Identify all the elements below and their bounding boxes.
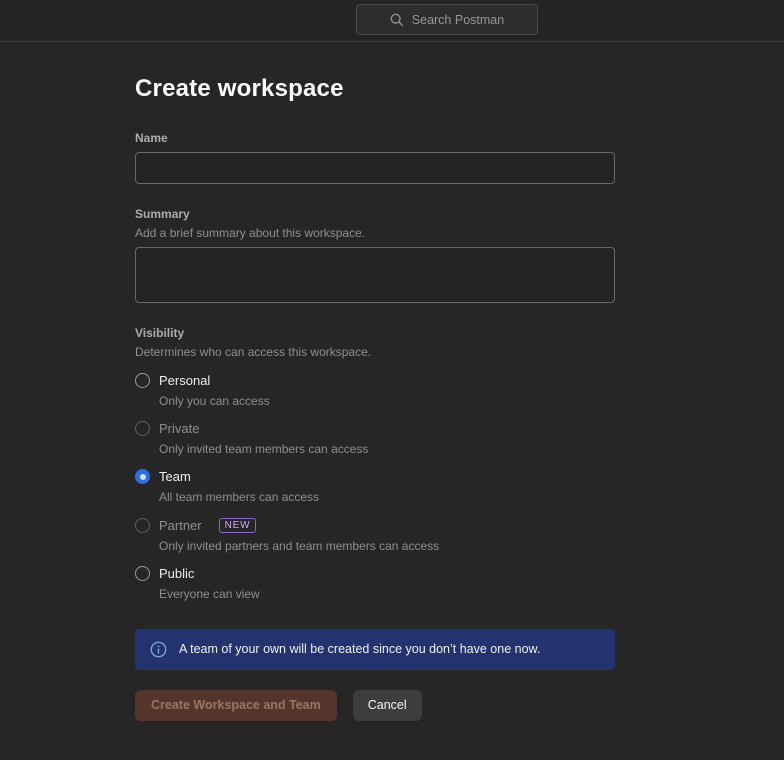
search-icon bbox=[390, 13, 404, 27]
radio-partner[interactable] bbox=[135, 518, 150, 533]
cancel-button[interactable]: Cancel bbox=[353, 690, 422, 721]
option-label-public: Public bbox=[159, 566, 194, 581]
visibility-label: Visibility bbox=[135, 326, 615, 340]
option-desc-team: All team members can access bbox=[159, 489, 615, 505]
visibility-options: Personal Only you can access Private Onl… bbox=[135, 373, 615, 602]
name-section: Name bbox=[135, 131, 615, 184]
global-search[interactable]: Search Postman bbox=[356, 4, 538, 35]
radio-public[interactable] bbox=[135, 566, 150, 581]
new-badge: NEW bbox=[219, 518, 257, 533]
visibility-option-public[interactable]: Public Everyone can view bbox=[135, 566, 615, 602]
page-title: Create workspace bbox=[135, 75, 615, 103]
summary-input[interactable] bbox=[135, 247, 615, 303]
visibility-option-team[interactable]: Team All team members can access bbox=[135, 469, 615, 505]
option-desc-public: Everyone can view bbox=[159, 586, 615, 602]
option-desc-partner: Only invited partners and team members c… bbox=[159, 538, 615, 554]
option-label-team: Team bbox=[159, 469, 191, 484]
option-desc-private: Only invited team members can access bbox=[159, 441, 615, 457]
radio-personal[interactable] bbox=[135, 373, 150, 388]
summary-label: Summary bbox=[135, 207, 615, 221]
name-label: Name bbox=[135, 131, 615, 145]
visibility-option-personal[interactable]: Personal Only you can access bbox=[135, 373, 615, 409]
summary-description: Add a brief summary about this workspace… bbox=[135, 226, 615, 240]
create-workspace-form: Create workspace Name Summary Add a brie… bbox=[135, 75, 615, 721]
visibility-description: Determines who can access this workspace… bbox=[135, 345, 615, 359]
radio-team[interactable] bbox=[135, 469, 150, 484]
info-icon bbox=[150, 641, 167, 658]
option-label-private: Private bbox=[159, 421, 199, 436]
visibility-option-partner[interactable]: Partner NEW Only invited partners and te… bbox=[135, 518, 615, 554]
top-header: Search Postman bbox=[0, 0, 784, 42]
option-label-personal: Personal bbox=[159, 373, 210, 388]
name-input[interactable] bbox=[135, 152, 615, 184]
form-actions: Create Workspace and Team Cancel bbox=[135, 690, 615, 721]
radio-private[interactable] bbox=[135, 421, 150, 436]
banner-text: A team of your own will be created since… bbox=[179, 642, 540, 656]
visibility-section: Visibility Determines who can access thi… bbox=[135, 326, 615, 602]
create-workspace-and-team-button[interactable]: Create Workspace and Team bbox=[135, 690, 337, 721]
summary-section: Summary Add a brief summary about this w… bbox=[135, 207, 615, 303]
option-desc-personal: Only you can access bbox=[159, 393, 615, 409]
search-placeholder: Search Postman bbox=[412, 13, 504, 27]
team-info-banner: A team of your own will be created since… bbox=[135, 629, 615, 670]
visibility-option-private[interactable]: Private Only invited team members can ac… bbox=[135, 421, 615, 457]
option-label-partner: Partner bbox=[159, 518, 202, 533]
